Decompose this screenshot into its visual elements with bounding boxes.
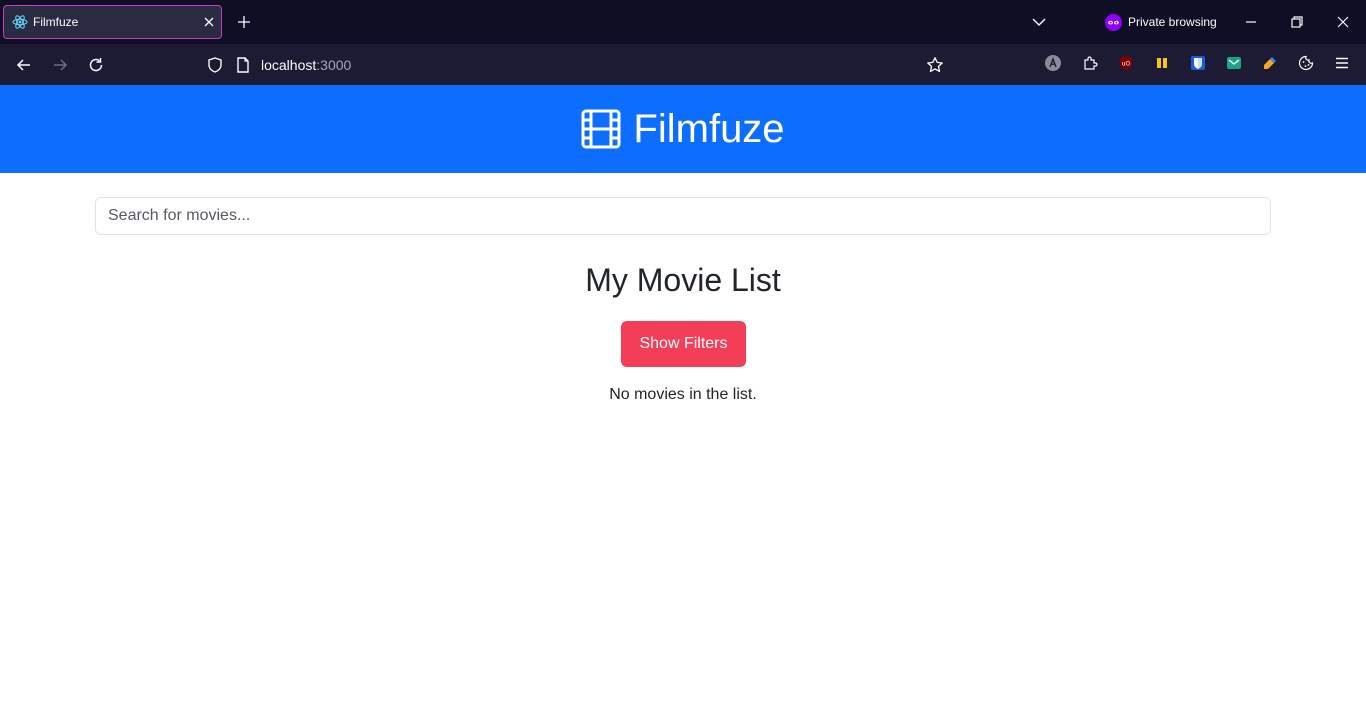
tab-title: Filmfuze: [33, 15, 79, 29]
ublock-icon[interactable]: uO: [1118, 55, 1134, 71]
pencil-extension-icon[interactable]: [1262, 55, 1278, 71]
shield-icon[interactable]: [206, 56, 224, 74]
account-icon[interactable]: [1045, 55, 1061, 71]
new-tab-icon[interactable]: [236, 14, 252, 30]
browser-titlebar: Filmfuze Private browsing: [0, 0, 1366, 44]
react-icon: [12, 15, 28, 29]
minimize-icon[interactable]: [1243, 14, 1259, 30]
extensions-puzzle-icon[interactable]: [1082, 55, 1098, 71]
url-port: :3000: [316, 57, 352, 73]
close-tab-icon[interactable]: [201, 14, 217, 30]
private-browsing-label: Private browsing: [1128, 15, 1217, 29]
close-window-icon[interactable]: [1335, 14, 1351, 30]
svg-text:uO: uO: [1122, 61, 1131, 68]
back-arrow-icon[interactable]: [15, 56, 33, 74]
bookmark-star-icon[interactable]: [926, 56, 944, 74]
mail-extension-icon[interactable]: [1226, 55, 1242, 71]
chevron-down-icon[interactable]: [1031, 14, 1047, 30]
reload-icon[interactable]: [87, 56, 105, 74]
cookie-icon[interactable]: [1298, 55, 1314, 71]
app-brand-title: Filmfuze: [633, 106, 785, 151]
private-browsing-indicator: Private browsing: [1105, 13, 1217, 31]
private-mask-icon: [1105, 13, 1122, 31]
yellow-extension-icon[interactable]: [1154, 55, 1170, 71]
empty-list-message: No movies in the list.: [609, 386, 757, 403]
forward-arrow-icon: [54, 59, 68, 71]
restore-icon[interactable]: [1289, 14, 1305, 30]
url-host: localhost: [261, 57, 317, 73]
address-bar[interactable]: localhost:3000: [261, 57, 351, 73]
page-title: My Movie List: [585, 262, 781, 298]
browser-tab[interactable]: Filmfuze: [3, 5, 222, 39]
bitwarden-icon[interactable]: [1190, 55, 1206, 71]
search-input[interactable]: [95, 197, 1271, 235]
app-header: Filmfuze: [0, 85, 1366, 173]
show-filters-button[interactable]: Show Filters: [621, 321, 746, 367]
film-icon: [581, 109, 621, 149]
hamburger-menu-icon[interactable]: [1334, 55, 1350, 71]
page-icon[interactable]: [234, 56, 252, 74]
